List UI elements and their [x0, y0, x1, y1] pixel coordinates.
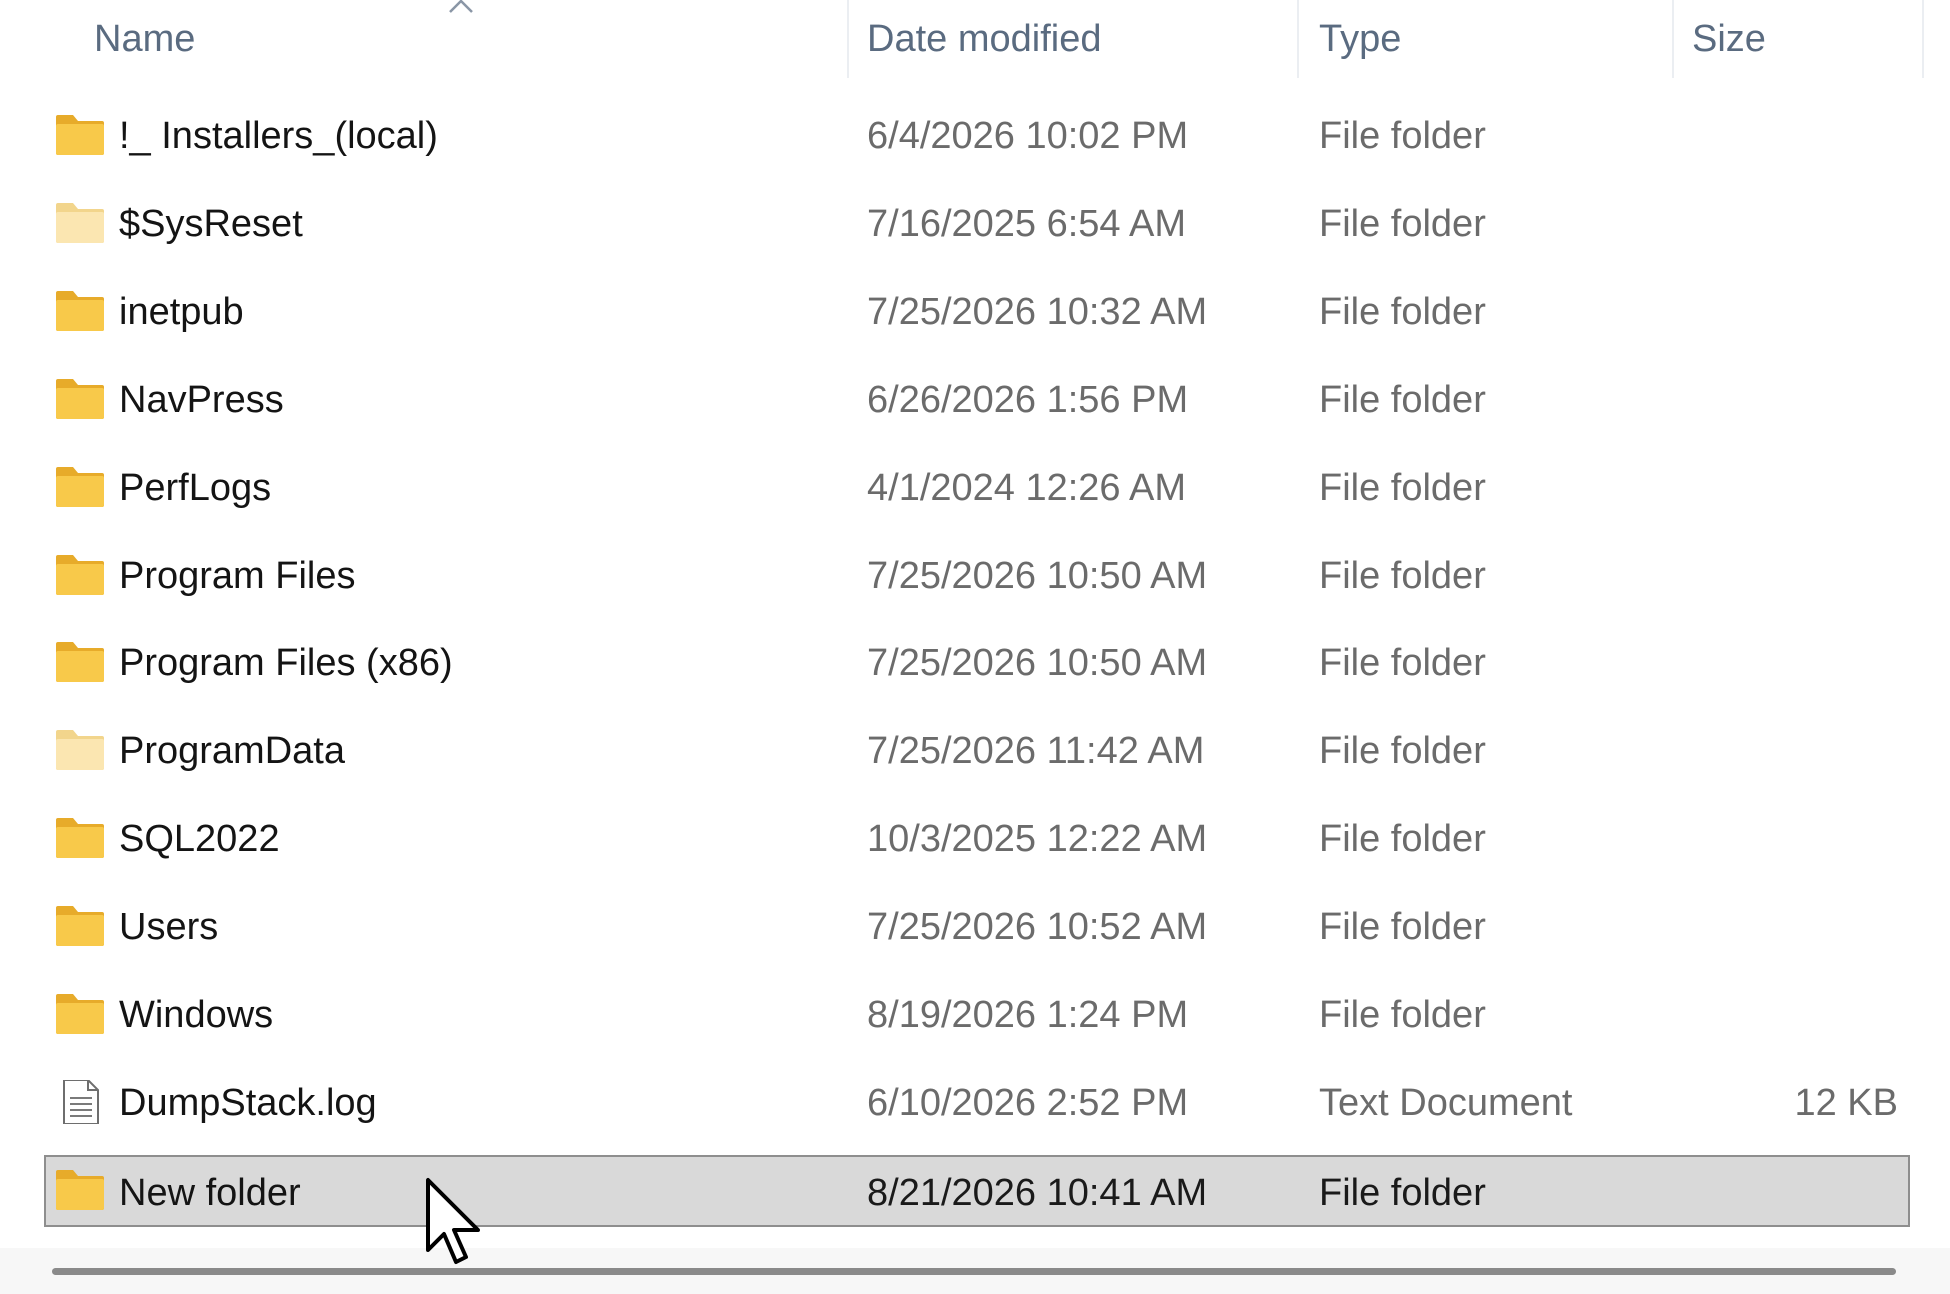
file-name: Users [119, 906, 219, 949]
folder-icon [55, 992, 105, 1036]
file-type: File folder [1319, 994, 1486, 1036]
file-list-row[interactable]: !_ Installers_(local) 6/4/2026 10:02 PM Fi… [44, 100, 1910, 172]
file-date-modified: 6/4/2026 10:02 PM [867, 115, 1189, 157]
file-name: !_ Installers_(local) [119, 115, 438, 157]
file-explorer-details-view: Name Date modified Type Size !_ Installe… [0, 0, 1950, 1294]
file-name: inetpub [119, 290, 244, 333]
file-list-row[interactable]: Windows 8/19/2026 1:24 PM File folder [44, 979, 1910, 1051]
file-list-row[interactable]: PerfLogs 4/1/2024 12:26 AM File folder [44, 452, 1910, 524]
file-name: NavPress [119, 378, 284, 421]
file-list-row[interactable]: Users 7/25/2026 10:52 AM File folder [44, 891, 1910, 963]
scrollbar-thumb[interactable] [52, 1268, 1896, 1275]
column-header-name[interactable]: Name [0, 0, 847, 78]
column-header-name-label: Name [94, 17, 196, 60]
file-list-row[interactable]: Program Files (x86) 7/25/2026 10:50 AM Fil… [44, 627, 1910, 699]
file-name: ProgramData [119, 730, 345, 773]
column-divider[interactable] [1922, 0, 1924, 78]
folder-icon [55, 1168, 105, 1212]
folder-icon [55, 553, 105, 597]
file-date-modified: 7/25/2026 10:50 AM [867, 642, 1208, 685]
file-type: File folder [1319, 466, 1486, 509]
folder-icon [55, 816, 105, 860]
file-type: File folder [1319, 642, 1486, 685]
file-name: Program Files (x86) [119, 642, 453, 685]
column-header-type[interactable]: Type [1297, 0, 1672, 78]
folder-icon [55, 377, 105, 421]
file-type: File folder [1319, 290, 1486, 333]
file-date-modified: 7/25/2026 10:52 AM [867, 906, 1208, 949]
file-size: 12 KB [1794, 1081, 1898, 1124]
file-date-modified: 8/19/2026 1:24 PM [867, 994, 1189, 1036]
column-header-size-label: Size [1692, 17, 1766, 60]
file-date-modified: 4/1/2024 12:26 AM [867, 466, 1187, 509]
file-name: PerfLogs [119, 466, 272, 509]
file-date-modified: 7/25/2026 10:50 AM [867, 554, 1208, 597]
folder-icon [55, 640, 105, 684]
file-date-modified: 7/25/2026 11:42 AM [867, 730, 1205, 773]
file-list-row[interactable]: New folder 8/21/2026 10:41 AM File folder [44, 1154, 1910, 1227]
file-list-row[interactable]: Program Files 7/25/2026 10:50 AM File fold… [44, 540, 1910, 612]
text-document-icon [55, 1078, 105, 1125]
column-header-bar: Name Date modified Type Size [0, 0, 1950, 78]
file-list-row[interactable]: SQL2022 10/3/2025 12:22 AM File folder [44, 803, 1910, 875]
horizontal-scrollbar[interactable] [0, 1248, 1950, 1294]
file-list-row[interactable]: DumpStack.log 6/10/2026 2:52 PM Text Docum… [44, 1067, 1910, 1139]
hidden-folder-icon [55, 201, 105, 245]
file-type: File folder [1319, 554, 1486, 597]
file-date-modified: 7/25/2026 10:32 AM [867, 290, 1208, 333]
file-type: File folder [1319, 906, 1486, 949]
file-type: File folder [1319, 818, 1486, 861]
chevron-up-icon [449, 0, 473, 13]
column-header-date-modified[interactable]: Date modified [847, 0, 1297, 78]
file-name: SQL2022 [119, 818, 280, 861]
folder-icon [55, 113, 105, 157]
folder-icon [55, 904, 105, 948]
column-header-type-label: Type [1319, 17, 1402, 60]
file-date-modified: 8/21/2026 10:41 AM [867, 1171, 1208, 1214]
file-type: File folder [1319, 202, 1486, 245]
file-name: New folder [119, 1171, 301, 1214]
file-date-modified: 7/16/2025 6:54 AM [867, 202, 1187, 245]
file-type: File folder [1319, 730, 1486, 773]
hidden-folder-icon [55, 728, 105, 772]
column-header-size[interactable]: Size [1672, 0, 1922, 78]
file-date-modified: 10/3/2025 12:22 AM [867, 818, 1208, 861]
file-date-modified: 6/26/2026 1:56 PM [867, 378, 1189, 421]
mouse-pointer-icon [426, 1178, 480, 1264]
folder-icon [55, 465, 105, 509]
file-list-row[interactable]: ProgramData 7/25/2026 11:42 AM File folder [44, 715, 1910, 787]
file-name: Windows [119, 994, 274, 1036]
file-type: File folder [1319, 115, 1486, 157]
file-name: Program Files [119, 554, 356, 597]
file-name: $SysReset [119, 202, 303, 245]
file-list-row[interactable]: NavPress 6/26/2026 1:56 PM File folder [44, 364, 1910, 436]
column-header-date-label: Date modified [867, 17, 1102, 60]
file-list-row[interactable]: $SysReset 7/16/2025 6:54 AM File folder [44, 188, 1910, 260]
folder-icon [55, 289, 105, 333]
file-list-row[interactable]: inetpub 7/25/2026 10:32 AM File folder [44, 276, 1910, 348]
file-type: File folder [1319, 1171, 1486, 1214]
file-name: DumpStack.log [119, 1081, 377, 1124]
file-date-modified: 6/10/2026 2:52 PM [867, 1081, 1189, 1124]
file-type: Text Document [1319, 1081, 1573, 1124]
file-type: File folder [1319, 378, 1486, 421]
